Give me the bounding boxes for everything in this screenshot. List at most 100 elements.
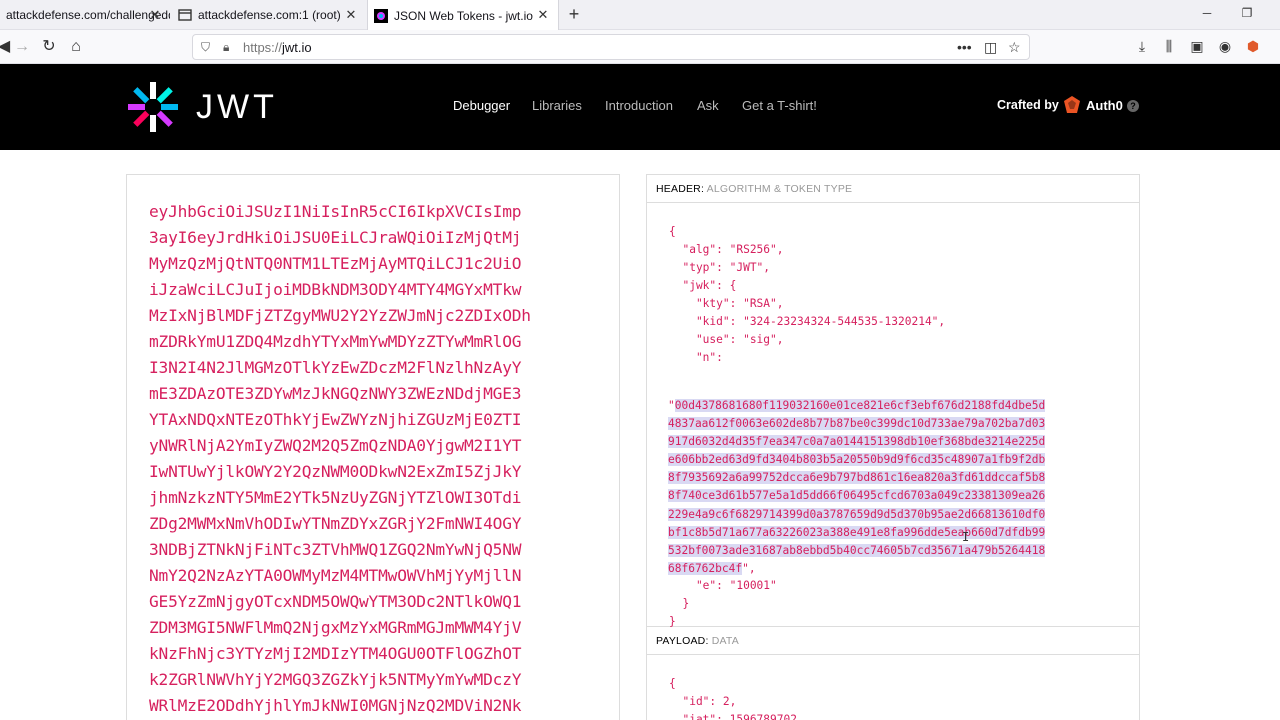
close-icon[interactable]: ✕ xyxy=(148,8,162,22)
header-json-line: "kty": "RSA", xyxy=(669,297,784,310)
payload-json-line: { xyxy=(669,677,676,690)
selected-text: 229e4a9c6f6829714399d0a3787659d9d5d370b9… xyxy=(668,507,1046,521)
minimize-icon[interactable]: ─ xyxy=(1200,6,1214,20)
nav-ask[interactable]: Ask xyxy=(697,98,719,113)
home-icon[interactable]: ⌂ xyxy=(66,37,86,57)
nav-introduction[interactable]: Introduction xyxy=(605,98,673,113)
encoded-token-line: k2ZGRlNWVhYjY2MGQ3ZGZkYjk5NTMyYmYwMDczY xyxy=(149,670,522,689)
encoded-token-line: yNWRlNjA2YmIyZWQ2M2Q5ZmQzNDA0YjgwM2I1YT xyxy=(149,436,522,455)
jwk-n-line: 68f6762bc4f", xyxy=(668,561,756,575)
account-icon[interactable]: ◉ xyxy=(1216,38,1234,55)
payload-json[interactable]: { "id": 2, "iat": 1596789702 xyxy=(669,675,797,720)
library-icon[interactable]: ⫼ xyxy=(1160,38,1178,55)
restore-icon[interactable]: ❐ xyxy=(1240,6,1254,20)
crafted-by-label: Crafted by xyxy=(997,98,1059,112)
encoded-token-text[interactable]: eyJhbGciOiJSUzI1NiIsInR5cCI6IkpXVCIsImp 3… xyxy=(149,199,531,719)
encoded-token-line: NmY2Q2NzAzYTA0OWMyMzM4MTMwOWVhMjYyMjllN xyxy=(149,566,522,585)
tab-attackdefense-root[interactable]: attackdefense.com:1 (root) ✕ xyxy=(172,0,366,30)
tab-label: attackdefense.com/challengedd xyxy=(6,8,170,22)
jwk-n-line: e606bb2ed63d9fd3404b803b5a20550b9d9f6cd3… xyxy=(668,451,1076,469)
reload-icon[interactable]: ↻ xyxy=(39,37,59,57)
selected-text: 917d6032d4d35f7ea347c0a7a0144151398db10e… xyxy=(668,435,1046,449)
jwk-n-line: "00d4378681680f119032160e01ce821e6cf3ebf… xyxy=(668,399,1046,412)
encoded-token-line: YTAxNDQxNTEzOThkYjEwZWYzNjhiZGUzMjE0ZTI xyxy=(149,410,522,429)
header-json-editor[interactable]: { "alg": "RS256", "typ": "JWT", "jwk": {… xyxy=(647,203,1139,628)
new-tab-icon[interactable]: + xyxy=(564,4,584,24)
url-text[interactable]: https://jwt.io xyxy=(243,40,312,55)
payload-json-line: "iat": 1596789702 xyxy=(669,713,797,720)
encoded-token-line: WRlMzE2ODdhYjhlYmJkNWI0MGNjNzQ2MDViN2Nk xyxy=(149,696,522,715)
sidebar-icon[interactable]: ▣ xyxy=(1188,38,1206,55)
selected-text: 00d4378681680f119032160e01ce821e6cf3ebf6… xyxy=(674,399,1046,412)
header-json-tail[interactable]: "e": "10001" }} xyxy=(669,577,777,631)
encoded-token-line: I3N2I4N2JlMGMzOTlkYzEwZDczM2FlNzlhNzAyY xyxy=(149,358,522,377)
tab-strip: attackdefense.com/challengedd ✕ attackde… xyxy=(0,0,1280,31)
auth0-link[interactable]: Auth0 xyxy=(1086,98,1123,113)
jwk-n-line: 917d6032d4d35f7ea347c0a7a0144151398db10e… xyxy=(668,433,1076,451)
tab-label: attackdefense.com:1 (root) xyxy=(198,8,341,22)
jwk-n-line: 8f740ce3d61b577e5a1d5dd66f06495cfcd6703a… xyxy=(668,487,1076,505)
tab-jwt-io[interactable]: JSON Web Tokens - jwt.io ✕ xyxy=(367,0,559,31)
navigation-bar: ◀ → ↻ ⌂ ⛉ 🔒︎ https://jwt.io ••• ◫ ☆ ⤓ ⫼ … xyxy=(0,30,1280,64)
selected-text: bf1c8b5d71a677a63226023a388e491e8fa996dd… xyxy=(668,525,1046,539)
auth0-logo-icon[interactable] xyxy=(1062,95,1082,115)
encoded-token-line: mE3ZDAzOTE3ZDYwMzJkNGQzNWY3ZWEzNDdjMGE3 xyxy=(149,384,522,403)
pocket-icon[interactable]: ◫ xyxy=(984,39,997,56)
header-json-line: "kid": "324-23234324-544535-1320214", xyxy=(669,315,946,328)
jwt-favicon-icon xyxy=(374,8,388,23)
logo-text[interactable]: JWT xyxy=(196,88,278,127)
header-json-line: "n": xyxy=(669,351,723,364)
encoded-token-line: kNzFhNjc3YTYzMjI2MDIzYTM4OGU0OTFlOGZhOT xyxy=(149,644,522,663)
encoded-token-line: 3NDBjZTNkNjFiNTc3ZTVhMWQ1ZGQ2NmYwNjQ5NW xyxy=(149,540,522,559)
encoded-token-line: 3ayI6eyJrdHkiOiJSU0EiLCJraWQiOiIzMjQtMj xyxy=(149,228,522,247)
terminal-icon xyxy=(178,9,192,21)
jwk-n-line: 4837aa612f0063e602de8b77b87be0c399dc10d7… xyxy=(668,415,1076,433)
tab-attackdefense-challenge[interactable]: attackdefense.com/challengedd ✕ xyxy=(0,0,170,30)
selected-text: 8f740ce3d61b577e5a1d5dd66f06495cfcd6703a… xyxy=(668,489,1046,503)
header-json-line: "alg": "RS256", xyxy=(669,243,784,256)
encoded-token-line: mZDRkYmU1ZDQ4MzdhYTYxMmYwMDYzZTYwMmRlOG xyxy=(149,332,522,351)
selected-text: 532bf0073ade31687ab8ebbd5b40cc74605b7cd3… xyxy=(668,543,1046,557)
address-bar[interactable]: ⛉ 🔒︎ https://jwt.io ••• ◫ ☆ xyxy=(192,34,1030,60)
header-json-tail-line: } xyxy=(669,597,690,610)
encoded-token-line: ZDg2MWMxNmVhODIwYTNmZDYxZGRjY2FmNWI4OGY xyxy=(149,514,522,533)
text-cursor-icon: I xyxy=(962,530,970,544)
star-icon[interactable]: ☆ xyxy=(1008,39,1021,56)
tab-label: JSON Web Tokens - jwt.io xyxy=(394,8,533,23)
header-json-line: "typ": "JWT", xyxy=(669,261,771,274)
jwk-n-value[interactable]: "00d4378681680f119032160e01ce821e6cf3ebf… xyxy=(668,397,1076,578)
encoded-token-line: ZDM3MGI5NWFlMmQ2NjgxMzYxMGRmMGJmMWM4YjV xyxy=(149,618,522,637)
lock-icon[interactable]: 🔒︎ xyxy=(223,40,229,55)
encoded-token-line: jhmNzkzNTY5MmE2YTk5NzUyZGNjYTZlOWI3OTdi xyxy=(149,488,522,507)
help-icon[interactable]: ? xyxy=(1127,100,1139,112)
header-json-tail-line: } xyxy=(669,615,676,628)
nav-libraries[interactable]: Libraries xyxy=(532,98,582,113)
extension-icon[interactable]: ⬢ xyxy=(1244,38,1262,55)
download-icon[interactable]: ⤓ xyxy=(1133,38,1151,55)
jwt-logo-icon[interactable] xyxy=(126,80,180,134)
shield-icon[interactable]: ⛉ xyxy=(201,40,210,55)
encoded-token-panel[interactable]: eyJhbGciOiJSUzI1NiIsInR5cCI6IkpXVCIsImp 3… xyxy=(126,174,620,720)
jwk-n-line: 8f7935692a6a99752dcca6e9b797bd861c16ea82… xyxy=(668,469,1076,487)
forward-icon[interactable]: → xyxy=(12,37,32,57)
close-icon[interactable]: ✕ xyxy=(344,8,358,22)
header-json-line: { xyxy=(669,225,676,238)
encoded-token-line: eyJhbGciOiJSUzI1NiIsInR5cCI6IkpXVCIsImp xyxy=(149,202,522,221)
encoded-token-line: IwNTUwYjlkOWY2Y2QzNWM0ODkwN2ExZmI5ZjJkY xyxy=(149,462,522,481)
more-icon[interactable]: ••• xyxy=(957,39,972,55)
jwk-n-line: 532bf0073ade31687ab8ebbd5b40cc74605b7cd3… xyxy=(668,542,1076,560)
selected-text: 8f7935692a6a99752dcca6e9b797bd861c16ea82… xyxy=(668,471,1046,485)
encoded-token-line: iJzaWciLCJuIjoiMDBkNDM3ODY4MTY4MGYxMTkw xyxy=(149,280,522,299)
selected-text: e606bb2ed63d9fd3404b803b5a20550b9d9f6cd3… xyxy=(668,453,1046,467)
decoded-panel: HEADER: ALGORITHM & TOKEN TYPE { "alg": … xyxy=(646,174,1140,720)
header-json-tail-line: "e": "10001" xyxy=(669,579,777,592)
header-section-title: HEADER: ALGORITHM & TOKEN TYPE xyxy=(647,175,1139,203)
encoded-token-line: MyMzQzMjQtNTQ0NTM1LTEzMjAyMTQiLCJ1c2UiO xyxy=(149,254,522,273)
jwk-n-line: 229e4a9c6f6829714399d0a3787659d9d5d370b9… xyxy=(668,506,1076,524)
encoded-token-line: MzIxNjBlMDFjZTZgyMWU2Y2YzZWJmNjc2ZDIxODh xyxy=(149,306,531,325)
close-icon[interactable]: ✕ xyxy=(536,8,550,22)
header-json[interactable]: { "alg": "RS256", "typ": "JWT", "jwk": {… xyxy=(669,223,945,367)
nav-debugger[interactable]: Debugger xyxy=(453,98,510,113)
header-json-line: "use": "sig", xyxy=(669,333,784,346)
nav-get-tshirt[interactable]: Get a T-shirt! xyxy=(742,98,817,113)
